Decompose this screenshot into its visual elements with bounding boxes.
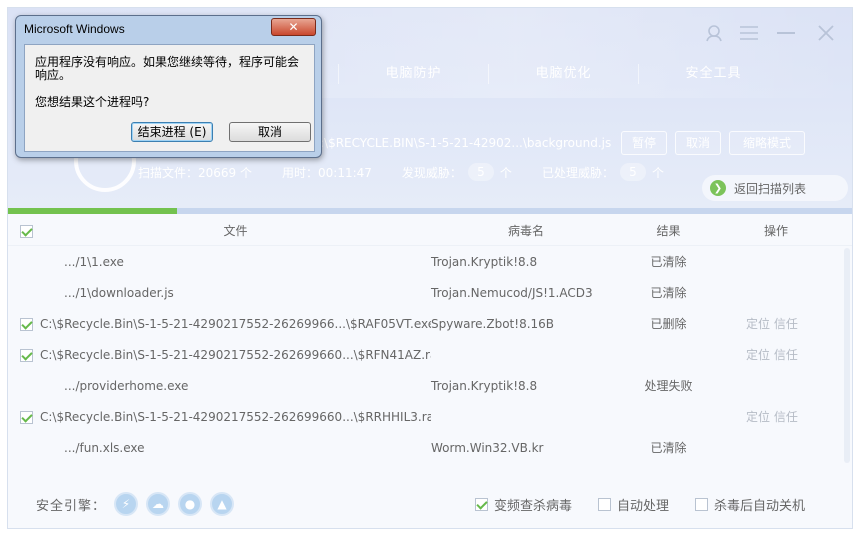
auto-handle-checkbox[interactable] bbox=[598, 498, 612, 511]
row-file-path: .../providerhome.exe bbox=[64, 378, 189, 393]
option-auto-shutdown[interactable]: 杀毒后自动关机 bbox=[695, 495, 805, 514]
dialog-title: Microsoft Windows bbox=[24, 22, 125, 36]
table-row[interactable]: C:\$Recycle.Bin\S-1-5-21-4290217552-2626… bbox=[8, 339, 852, 370]
threats-found-unit: 个 bbox=[499, 165, 512, 180]
person-icon[interactable]: ● bbox=[178, 492, 203, 516]
select-all-checkbox[interactable] bbox=[20, 224, 33, 238]
select-all-cell bbox=[8, 224, 40, 238]
row-virus-name: Spyware.Zbot!8.16B bbox=[431, 316, 555, 331]
row-virus-name: Worm.Win32.VB.kr bbox=[431, 440, 544, 455]
not-responding-dialog: Microsoft Windows ✕ 应用程序没有响应。如果您继续等待，程序可… bbox=[15, 15, 322, 158]
dialog-body: 应用程序没有响应。如果您继续等待，程序可能会响应。 您想结果这个进程吗? 结束进… bbox=[24, 44, 315, 152]
auto-handle-label: 自动处理 bbox=[617, 499, 670, 514]
dialog-close-button[interactable]: ✕ bbox=[271, 18, 316, 36]
menu-icon[interactable] bbox=[738, 22, 760, 44]
user-icon[interactable] bbox=[703, 22, 725, 44]
tab-pc-optimization[interactable]: 电脑优化 bbox=[488, 64, 638, 84]
back-to-scan-list-button[interactable]: ❯ 返回扫描列表 bbox=[702, 175, 848, 201]
row-file-path: C:\$Recycle.Bin\S-1-5-21-4290217552-2626… bbox=[40, 347, 431, 362]
footer: 安全引擎： ⚡ ☁ ● ▲ 变频查杀病毒 自动处理 杀毒后自动关机 bbox=[8, 478, 852, 528]
compact-mode-button[interactable]: 缩略模式 bbox=[729, 131, 805, 155]
row-file-path: .../fun.xls.exe bbox=[64, 440, 145, 455]
scan-current-path: :\$RECYCLE.BIN\S-1-5-21-42902...\backgro… bbox=[320, 136, 612, 150]
row-result: 已删除 bbox=[650, 317, 687, 331]
row-actions[interactable]: 定位 信任 bbox=[716, 315, 836, 332]
threats-found-label: 发现威胁： bbox=[401, 165, 462, 180]
threat-table: 文件 病毒名 结果 操作 .../1\1.exe Trojan.Kryptik!8… bbox=[8, 216, 852, 463]
table-scrollbar[interactable] bbox=[844, 248, 850, 463]
adaptive-scan-label: 变频查杀病毒 bbox=[494, 499, 573, 514]
option-auto-handle[interactable]: 自动处理 bbox=[598, 495, 669, 514]
triangle-icon[interactable]: ▲ bbox=[210, 492, 235, 516]
table-row[interactable]: .../providerhome.exe Trojan.Kryptik!8.8 处理… bbox=[8, 370, 852, 401]
elapsed-time-stat: 用时：00:11:47 bbox=[282, 164, 372, 181]
threats-found-count: 5 bbox=[467, 163, 494, 181]
row-actions[interactable]: 定位 信任 bbox=[716, 408, 836, 425]
dialog-cancel-button[interactable]: 取消 bbox=[229, 122, 311, 142]
scan-progress-bar bbox=[8, 208, 852, 214]
tab-pc-protection[interactable]: 电脑防护 bbox=[338, 64, 488, 84]
scanned-files-label: 扫描文件：20669 个 bbox=[138, 165, 252, 180]
row-result: 已清除 bbox=[650, 441, 687, 455]
end-process-button[interactable]: 结束进程 (E) bbox=[131, 122, 213, 142]
header-virus: 病毒名 bbox=[507, 224, 544, 238]
option-adaptive-scan[interactable]: 变频查杀病毒 bbox=[475, 495, 572, 514]
threats-handled-label: 已处理威胁： bbox=[541, 165, 614, 180]
back-to-scan-list-label: 返回扫描列表 bbox=[734, 181, 807, 196]
table-row[interactable]: .../1\downloader.js Trojan.Nemucod/JS!1.A… bbox=[8, 277, 852, 308]
header-result: 结果 bbox=[656, 224, 681, 238]
adaptive-scan-checkbox[interactable] bbox=[475, 498, 488, 511]
row-virus-name: Trojan.Nemucod/JS!1.ACD3 bbox=[431, 285, 593, 300]
row-checkbox[interactable] bbox=[20, 317, 33, 331]
scan-stats: 扫描文件：20669 个 用时：00:11:47 发现威胁： 5 个 已处理威胁… bbox=[138, 163, 694, 181]
pause-button[interactable]: 暂停 bbox=[621, 131, 667, 155]
close-icon[interactable] bbox=[815, 22, 837, 44]
elapsed-time-label: 用时：00:11:47 bbox=[282, 165, 372, 180]
cancel-scan-button[interactable]: 取消 bbox=[675, 131, 721, 155]
row-check-cell bbox=[8, 348, 40, 362]
arrow-right-icon: ❯ bbox=[710, 180, 726, 196]
threats-handled-count: 5 bbox=[619, 163, 646, 181]
auto-shutdown-checkbox[interactable] bbox=[695, 498, 709, 511]
cloud-icon[interactable]: ☁ bbox=[146, 492, 171, 516]
row-file-path: .../1\1.exe bbox=[64, 254, 124, 269]
row-check-cell bbox=[8, 410, 40, 424]
dialog-question: 您想结果这个进程吗? bbox=[35, 95, 150, 109]
row-result: 已清除 bbox=[650, 286, 687, 300]
header-action: 操作 bbox=[763, 224, 788, 238]
row-file-path: C:\$Recycle.Bin\S-1-5-21-4290217552-2626… bbox=[40, 316, 431, 331]
table-row[interactable]: .../1\1.exe Trojan.Kryptik!8.8 已清除 bbox=[8, 246, 852, 277]
tab-security-tools[interactable]: 安全工具 bbox=[638, 64, 788, 84]
table-body: .../1\1.exe Trojan.Kryptik!8.8 已清除 .../1\do… bbox=[8, 246, 852, 463]
row-check-cell bbox=[8, 317, 40, 331]
dialog-message: 应用程序没有响应。如果您继续等待，程序可能会响应。 bbox=[35, 55, 300, 82]
lightning-icon[interactable]: ⚡ bbox=[114, 492, 139, 516]
row-virus-name: Trojan.Kryptik!8.8 bbox=[431, 254, 538, 269]
row-checkbox[interactable] bbox=[20, 348, 33, 362]
threats-handled-stat: 已处理威胁： 5 个 bbox=[542, 163, 664, 181]
row-virus-name: Trojan.Kryptik!8.8 bbox=[431, 378, 538, 393]
table-row[interactable]: C:\$Recycle.Bin\S-1-5-21-4290217552-2626… bbox=[8, 308, 852, 339]
row-file-path: C:\$Recycle.Bin\S-1-5-21-4290217552-2626… bbox=[40, 409, 431, 424]
scanned-files-stat: 扫描文件：20669 个 bbox=[138, 164, 252, 181]
row-actions[interactable]: 定位 信任 bbox=[716, 346, 836, 363]
row-result: 处理失败 bbox=[644, 379, 693, 393]
row-file-path: .../1\downloader.js bbox=[64, 285, 174, 300]
table-header: 文件 病毒名 结果 操作 bbox=[8, 216, 852, 246]
threats-found-stat: 发现威胁： 5 个 bbox=[402, 163, 512, 181]
table-row[interactable]: .../fun.xls.exe Worm.Win32.VB.kr 已清除 bbox=[8, 432, 852, 463]
auto-shutdown-label: 杀毒后自动关机 bbox=[714, 499, 806, 514]
footer-options: 变频查杀病毒 自动处理 杀毒后自动关机 bbox=[475, 495, 831, 514]
threats-handled-unit: 个 bbox=[651, 165, 664, 180]
table-row[interactable]: C:\$Recycle.Bin\S-1-5-21-4290217552-2626… bbox=[8, 401, 852, 432]
header-file: 文件 bbox=[223, 224, 248, 238]
nav-tabs: 电脑防护 电脑优化 安全工具 bbox=[338, 64, 788, 84]
engine-label: 安全引擎： bbox=[36, 498, 107, 514]
row-checkbox[interactable] bbox=[20, 410, 33, 424]
scan-progress-fill bbox=[8, 208, 178, 214]
row-result: 已清除 bbox=[650, 255, 687, 269]
minimize-icon[interactable] bbox=[775, 22, 797, 44]
